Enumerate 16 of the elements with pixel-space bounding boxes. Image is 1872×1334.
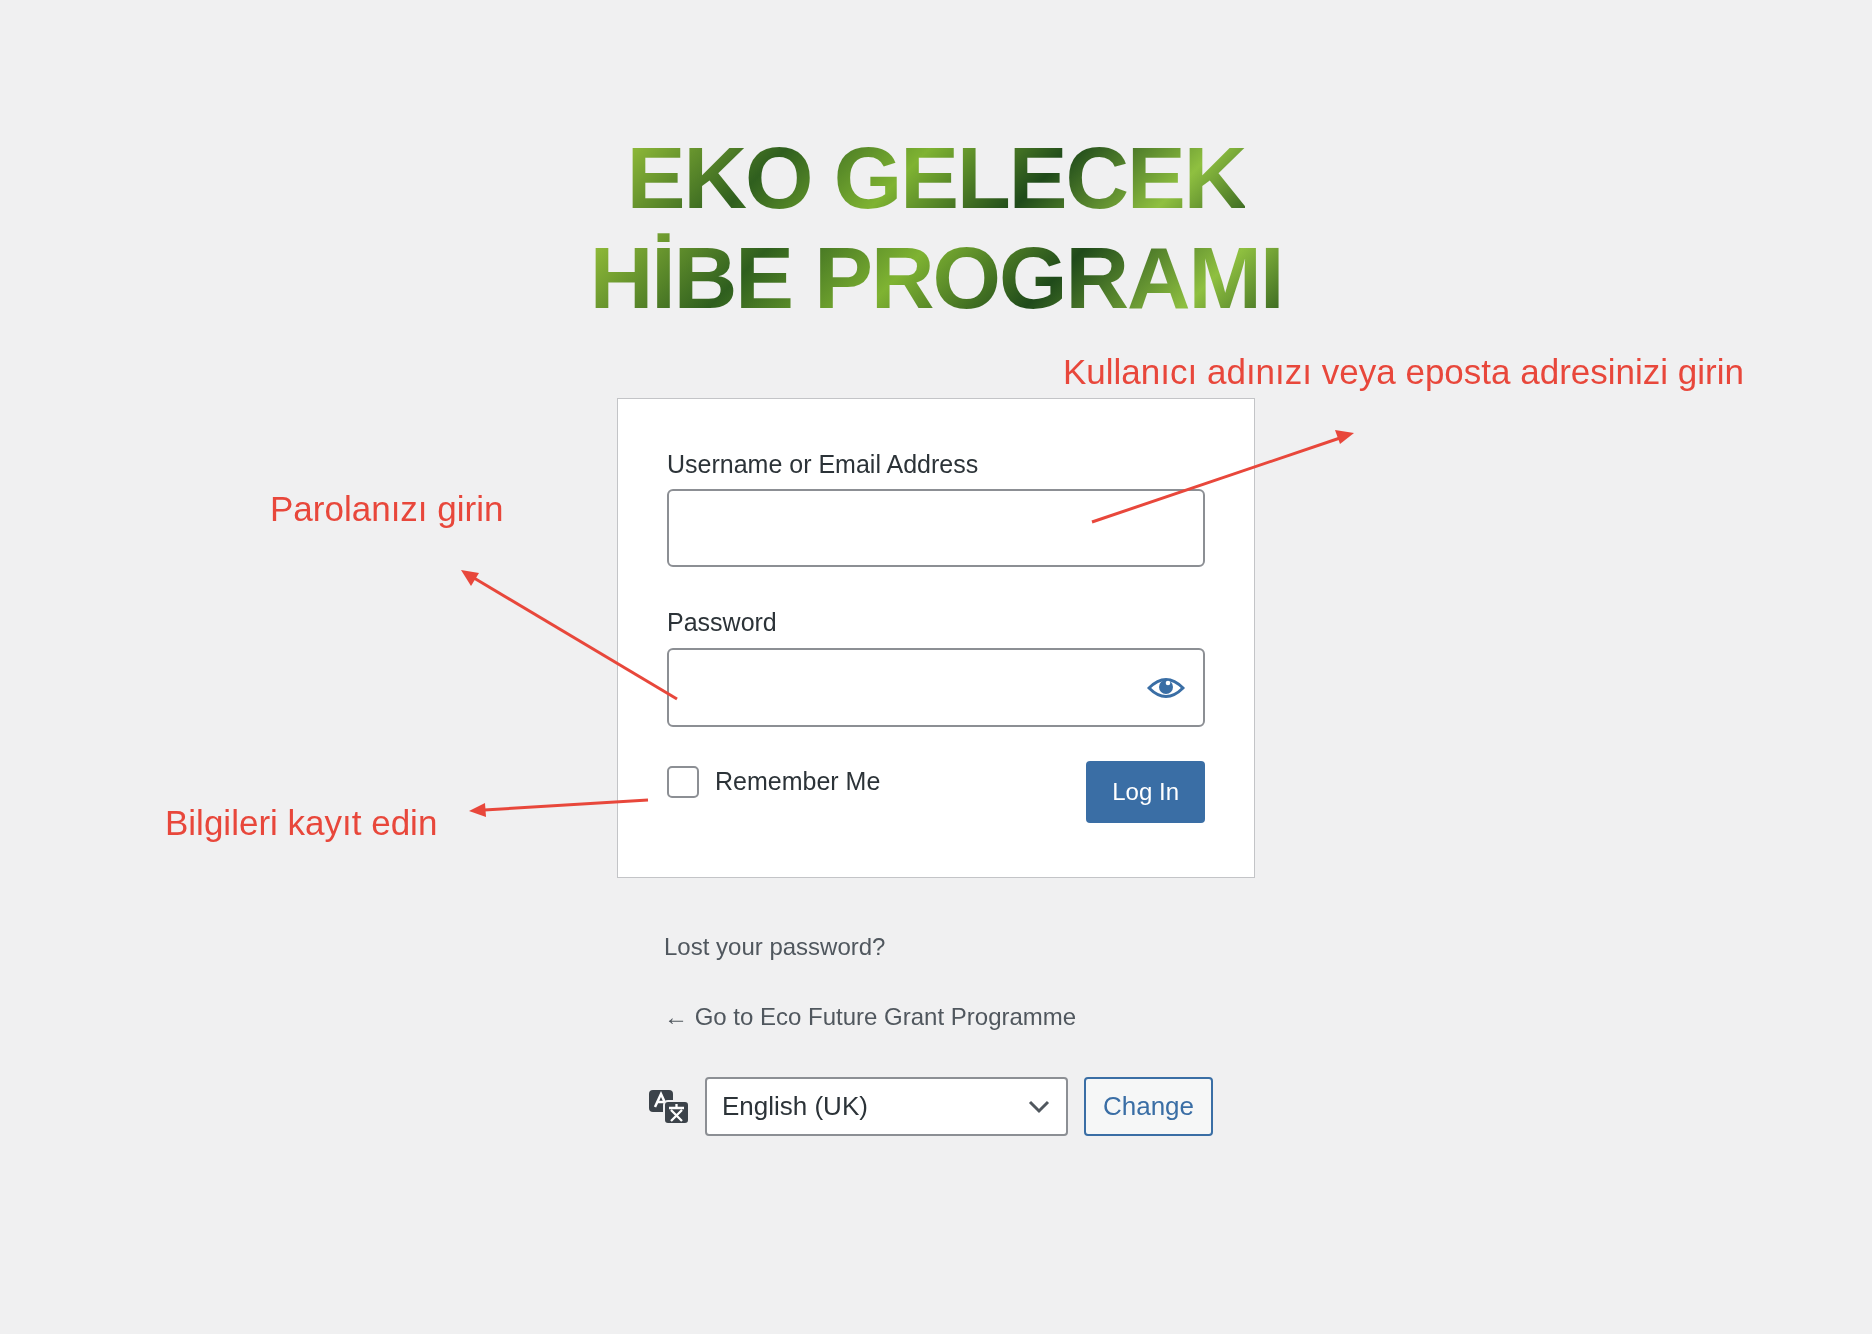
lost-password-link[interactable]: Lost your password? bbox=[664, 932, 886, 962]
translate-icon bbox=[648, 1089, 689, 1124]
annotation-text: Parolanızı girin bbox=[270, 488, 504, 530]
annotation-text: Kullanıcı adınızı veya eposta adresinizi girin bbox=[1063, 351, 1744, 393]
remember-me-checkbox[interactable] bbox=[667, 765, 699, 798]
change-button[interactable]: Change bbox=[1083, 1077, 1214, 1136]
remember-me-label: Remember Me bbox=[715, 766, 881, 797]
password-field[interactable] bbox=[667, 648, 1205, 727]
annotation-text: Bilgileri kayıt edin bbox=[165, 802, 438, 844]
chevron-down-icon bbox=[1027, 1099, 1050, 1114]
password-label: Password bbox=[667, 607, 777, 637]
username-field[interactable] bbox=[667, 489, 1205, 567]
log-in-button[interactable]: Log In bbox=[1086, 761, 1205, 823]
username-label: Username or Email Address bbox=[667, 449, 979, 479]
back-to-site-link[interactable]: ← Go to Eco Future Grant Programme bbox=[664, 1002, 1077, 1032]
language-select[interactable]: English (UK) bbox=[704, 1077, 1068, 1136]
